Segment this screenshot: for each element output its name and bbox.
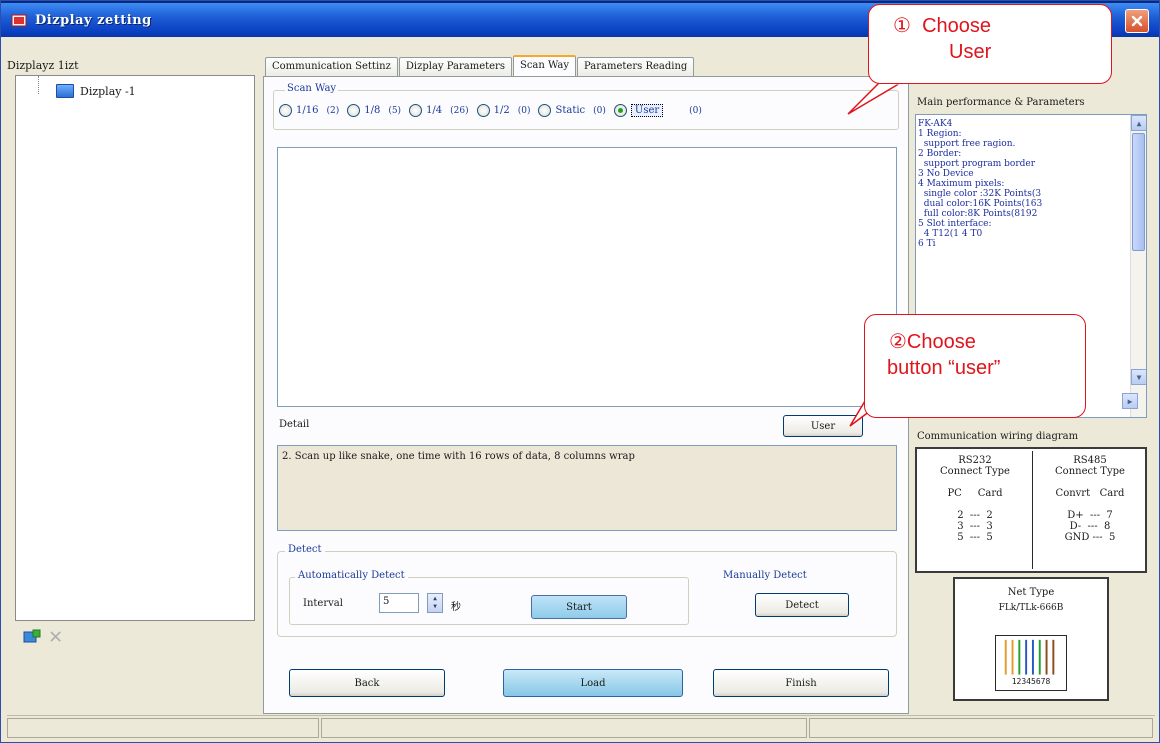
scroll-right-icon[interactable]: ▶	[1122, 393, 1138, 409]
close-button[interactable]	[1125, 9, 1149, 33]
tab-parameters-reading[interactable]: Parameters Reading	[577, 57, 695, 77]
divider	[1032, 451, 1033, 569]
performance-label: Main performance & Parameters	[917, 97, 1085, 108]
radio-count: (0)	[689, 105, 702, 116]
display-item-label: Dizplay -1	[80, 84, 136, 98]
radio-count: (0)	[593, 105, 606, 116]
scan-way-label: Scan Way	[285, 83, 339, 94]
start-button[interactable]: Start	[531, 595, 627, 619]
status-cell-1	[7, 718, 319, 738]
monitor-icon	[56, 84, 74, 98]
status-cell-3	[809, 718, 1153, 738]
radio-1-2[interactable]: 1/2 (0)	[476, 104, 531, 117]
close-icon	[1131, 15, 1143, 27]
scroll-thumb[interactable]	[1132, 133, 1145, 251]
tree-line	[38, 76, 39, 94]
radio-circle[interactable]	[279, 104, 292, 117]
callout-number: ①	[893, 15, 911, 37]
radio-1-4[interactable]: 1/4 (26)	[409, 104, 469, 117]
display-list[interactable]: Dizplay -1	[15, 75, 255, 621]
scan-mode-list[interactable]	[277, 147, 897, 407]
status-bar	[7, 715, 1155, 739]
radio-circle[interactable]	[476, 104, 490, 117]
radio-label: Static	[555, 105, 586, 116]
scan-way-options: 1/16 (2) 1/8 (5) 1/4 (26) 1/2 (0) Static…	[279, 104, 710, 117]
auto-detect-group	[289, 577, 689, 625]
callout-line: User	[949, 41, 992, 63]
radio-label: 1/16	[296, 105, 319, 116]
manual-detect-label: Manually Detect	[723, 570, 807, 581]
delete-display-icon[interactable]: ✕	[49, 626, 69, 648]
radio-label: 1/4	[426, 105, 443, 116]
callout-line: Choose	[922, 15, 991, 37]
pin-numbers: 12345678	[1011, 677, 1051, 686]
callout-choose-user-button: ②Choose button “user”	[864, 314, 1086, 418]
finish-button[interactable]: Finish	[713, 669, 889, 697]
radio-circle[interactable]	[538, 104, 552, 117]
performance-scrollbar[interactable]: ▲ ▼	[1130, 115, 1146, 417]
spin-up-icon[interactable]: ▲	[433, 595, 437, 603]
radio-circle-selected[interactable]	[613, 104, 627, 117]
radio-1-8[interactable]: 1/8 (5)	[347, 104, 401, 117]
rs485-diagram: RS485 Connect Type Convrt Card D+ --- 7 …	[1055, 455, 1125, 543]
radio-static[interactable]: Static (0)	[538, 104, 606, 117]
detail-text: 2. Scan up like snake, one time with 16 …	[277, 445, 897, 531]
interval-label: Interval	[303, 598, 343, 609]
rs232-diagram: RS232 Connect Type PC Card 2 --- 2 3 ---…	[940, 455, 1010, 543]
radio-count: (5)	[388, 105, 402, 116]
tab-display-parameters[interactable]: Dizplay Parameters	[398, 57, 512, 77]
displays-list-label: Dizplayz 1izt	[7, 59, 79, 72]
spin-down-icon[interactable]: ▼	[433, 603, 437, 611]
radio-count: (26)	[450, 105, 469, 116]
display-list-item[interactable]: Dizplay -1	[56, 84, 136, 98]
performance-text: FK-AK4 1 Region: support free ragion. 2 …	[918, 119, 1043, 249]
radio-user[interactable]: User (0)	[613, 104, 702, 117]
radio-label: User	[630, 104, 664, 117]
scroll-down-icon[interactable]: ▼	[1131, 369, 1146, 385]
radio-1-16[interactable]: 1/16 (2)	[279, 104, 339, 117]
tab-bar: Communication Settinz Dizplay Parameters…	[265, 55, 695, 78]
tab-scan-way[interactable]: Scan Way	[512, 55, 577, 78]
callout-pointer	[847, 82, 900, 115]
back-button[interactable]: Back	[289, 669, 445, 697]
scroll-up-icon[interactable]: ▲	[1131, 115, 1146, 131]
detect-label: Detect	[285, 544, 325, 555]
radio-label: 1/2	[493, 105, 510, 116]
status-cell-2	[321, 718, 807, 738]
load-button[interactable]: Load	[503, 669, 683, 697]
detect-button[interactable]: Detect	[755, 593, 849, 617]
interval-spinner[interactable]: ▲ ▼	[427, 593, 443, 613]
app-icon	[11, 14, 27, 27]
auto-detect-label: Automatically Detect	[295, 570, 408, 581]
callout-line: button “user”	[887, 357, 1001, 379]
radio-label: 1/8	[364, 105, 381, 116]
interval-input[interactable]: 5	[379, 593, 419, 613]
window-title: Dizplay zetting	[35, 13, 152, 28]
radio-circle[interactable]	[347, 104, 361, 117]
net-type-diagram: Net Type FLk/TLk-666B 12345678	[953, 577, 1109, 701]
radio-count: (2)	[326, 105, 340, 116]
wiring-diagram: RS232 Connect Type PC Card 2 --- 2 3 ---…	[915, 447, 1147, 573]
radio-count: (0)	[517, 105, 531, 116]
communication-label: Communication wiring diagram	[917, 431, 1079, 442]
radio-circle[interactable]	[409, 104, 423, 117]
tab-communication-setting[interactable]: Communication Settinz	[265, 57, 398, 77]
callout-choose-user: ① Choose User	[868, 4, 1112, 84]
interval-unit: 秒	[451, 602, 461, 613]
detail-label: Detail	[279, 419, 310, 430]
net-type-subtitle: FLk/TLk-666B	[998, 603, 1064, 613]
callout-line: ②Choose	[889, 331, 976, 353]
add-display-icon[interactable]	[23, 629, 41, 645]
net-type-title: Net Type	[1007, 587, 1055, 598]
